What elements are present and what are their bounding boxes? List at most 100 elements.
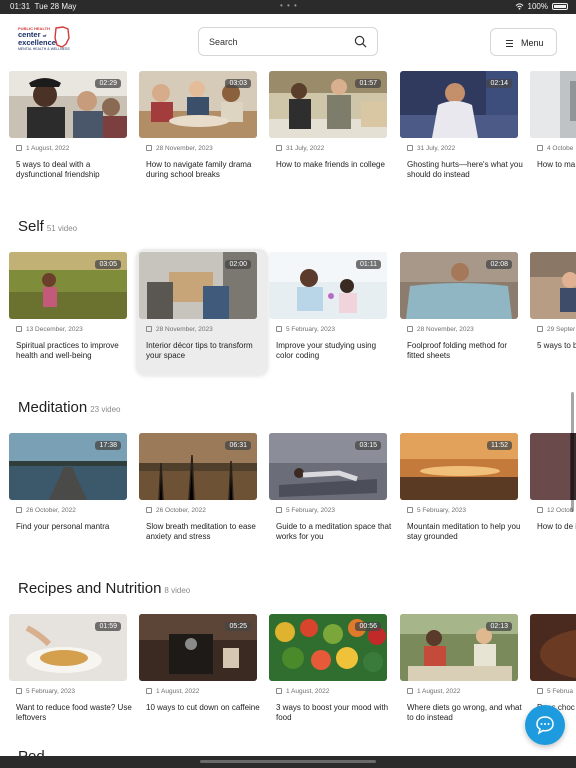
video-card[interactable]: 02:13 1 August, 2022 Where diets go wrong,… <box>400 614 526 734</box>
video-duration-badge: 02:00 <box>225 260 251 269</box>
video-thumbnail[interactable]: 02:00 <box>139 252 257 319</box>
video-card[interactable]: 01:11 5 February, 2023 Improve your studyi… <box>269 252 395 372</box>
video-date-text: 5 February, 2023 <box>417 507 467 514</box>
search-input[interactable] <box>209 34 349 50</box>
menu-button[interactable]: Menu <box>490 28 557 56</box>
video-duration-badge: 02:29 <box>95 79 121 88</box>
video-date: 5 February, 2023 <box>16 688 75 695</box>
video-title[interactable]: 5 ways to b friendly <box>537 341 576 351</box>
video-thumbnail[interactable]: 17:38 <box>9 433 127 500</box>
video-card[interactable]: 12 Octob How to de impatienc meditatin <box>530 433 576 553</box>
section-video-count: 8 video <box>164 586 191 595</box>
calendar-icon <box>146 507 152 513</box>
video-date-text: 1 August, 2022 <box>156 688 200 695</box>
video-card[interactable]: 02:14 31 July, 2022 Ghosting hurts—here's … <box>400 71 526 191</box>
section-video-count: 51 video <box>46 224 78 233</box>
video-thumbnail[interactable] <box>530 614 576 681</box>
video-row[interactable]: 02:29 1 August, 2022 5 ways to deal with a… <box>0 71 576 221</box>
video-title[interactable]: 5 ways to deal with a dysfunctional frie… <box>16 160 132 180</box>
video-title[interactable]: Mountain meditation to help you stay gro… <box>407 522 523 542</box>
video-date: 12 Octob <box>537 507 573 514</box>
video-duration-badge: 02:13 <box>486 622 512 631</box>
video-duration-badge: 02:08 <box>486 260 512 269</box>
video-card[interactable]: 03:15 5 February, 2023 Guide to a meditati… <box>269 433 395 553</box>
chat-button[interactable] <box>525 705 565 745</box>
battery-icon <box>552 3 568 10</box>
video-thumbnail[interactable]: 03:03 <box>139 71 257 138</box>
calendar-icon <box>146 145 152 151</box>
video-thumbnail[interactable]: 03:15 <box>269 433 387 500</box>
video-title[interactable]: Interior décor tips to transform your sp… <box>146 341 262 361</box>
video-card[interactable]: 02:00 28 November, 2023 Interior décor tip… <box>139 252 265 372</box>
video-card[interactable]: 03:03 28 November, 2023 How to navigate fa… <box>139 71 265 191</box>
video-card[interactable]: 4 Octobe How to ma distance re <box>530 71 576 191</box>
video-thumbnail[interactable]: 11:52 <box>400 433 518 500</box>
home-indicator[interactable] <box>200 760 376 763</box>
calendar-icon <box>16 145 22 151</box>
video-title[interactable]: Foolproof folding method for fitted shee… <box>407 341 523 361</box>
video-thumbnail[interactable]: 01:11 <box>269 252 387 319</box>
video-card[interactable]: 06:31 26 October, 2022 Slow breath meditat… <box>139 433 265 553</box>
ohio-state-shape-icon <box>54 26 70 48</box>
video-date-text: 5 February, 2023 <box>26 688 76 695</box>
video-thumbnail[interactable]: 02:29 <box>9 71 127 138</box>
multitask-dots[interactable]: • • • <box>280 1 298 10</box>
video-card[interactable]: 05:25 1 August, 2022 10 ways to cut down o… <box>139 614 265 734</box>
video-thumbnail[interactable] <box>530 252 576 319</box>
video-thumbnail[interactable]: 06:31 <box>139 433 257 500</box>
video-date: 28 November, 2023 <box>407 326 474 333</box>
video-thumbnail[interactable] <box>530 433 576 500</box>
video-row[interactable]: 03:05 13 December, 2023 Spiritual practice… <box>0 252 576 402</box>
video-date: 5 Februa <box>537 688 573 695</box>
video-thumbnail[interactable] <box>530 71 576 138</box>
video-thumbnail[interactable]: 02:13 <box>400 614 518 681</box>
video-title[interactable]: 10 ways to cut down on caffeine <box>146 703 262 713</box>
section-title-text: Meditation <box>18 399 88 416</box>
video-row[interactable]: 17:38 26 October, 2022 Find your personal … <box>0 433 576 583</box>
video-card[interactable]: 00:56 1 August, 2022 3 ways to boost your … <box>269 614 395 734</box>
video-title[interactable]: Improve your studying using color coding <box>276 341 392 361</box>
video-title[interactable]: Find your personal mantra <box>16 522 132 532</box>
video-title[interactable]: Where diets go wrong, and what to do ins… <box>407 703 523 723</box>
video-title[interactable]: Slow breath meditation to ease anxiety a… <box>146 522 262 542</box>
video-date: 26 October, 2022 <box>146 507 206 514</box>
video-thumbnail[interactable]: 02:14 <box>400 71 518 138</box>
scroll-indicator[interactable] <box>571 392 574 512</box>
video-title[interactable]: How to navigate family drama during scho… <box>146 160 262 180</box>
section-title: Self 51 video <box>18 218 77 235</box>
video-card[interactable]: 03:05 13 December, 2023 Spiritual practice… <box>9 252 135 372</box>
video-thumbnail[interactable]: 01:59 <box>9 614 127 681</box>
video-thumbnail[interactable]: 03:05 <box>9 252 127 319</box>
video-title[interactable]: Guide to a meditation space that works f… <box>276 522 392 542</box>
section-title-text: Recipes and Nutrition <box>18 580 162 597</box>
video-thumbnail[interactable]: 01:57 <box>269 71 387 138</box>
video-card[interactable]: 02:08 28 November, 2023 Foolproof folding … <box>400 252 526 372</box>
video-card[interactable]: 02:29 1 August, 2022 5 ways to deal with a… <box>9 71 135 191</box>
video-title[interactable]: How to de impatienc meditatin <box>537 522 576 532</box>
video-row[interactable]: 01:59 5 February, 2023 Want to reduce food… <box>0 614 576 764</box>
site-logo[interactable]: PUBLIC HEALTH center of excellence MENTAL… <box>18 26 70 56</box>
video-card[interactable]: 17:38 26 October, 2022 Find your personal … <box>9 433 135 553</box>
video-title[interactable]: Ghosting hurts—here's what you should do… <box>407 160 523 180</box>
video-card[interactable]: 01:59 5 February, 2023 Want to reduce food… <box>9 614 135 734</box>
video-date-text: 28 November, 2023 <box>156 145 213 152</box>
video-duration-badge: 01:11 <box>356 260 381 269</box>
status-right: 100% <box>515 2 568 11</box>
video-date: 4 Octobe <box>537 145 573 152</box>
video-title[interactable]: 3 ways to boost your mood with food <box>276 703 392 723</box>
video-title[interactable]: How to make friends in college <box>276 160 392 170</box>
video-thumbnail[interactable]: 02:08 <box>400 252 518 319</box>
search-icon[interactable] <box>354 35 367 48</box>
video-duration-badge: 01:59 <box>95 622 121 631</box>
video-thumbnail[interactable]: 05:25 <box>139 614 257 681</box>
calendar-icon <box>16 326 22 332</box>
calendar-icon <box>537 507 543 513</box>
video-card[interactable]: 11:52 5 February, 2023 Mountain meditation… <box>400 433 526 553</box>
video-thumbnail[interactable]: 00:56 <box>269 614 387 681</box>
video-card[interactable]: 01:57 31 July, 2022 How to make friends in… <box>269 71 395 191</box>
video-title[interactable]: Want to reduce food waste? Use leftovers <box>16 703 132 723</box>
video-card[interactable]: 29 Septer 5 ways to b friendly <box>530 252 576 372</box>
video-title[interactable]: How to ma distance re <box>537 160 576 170</box>
video-title[interactable]: Spiritual practices to improve health an… <box>16 341 132 361</box>
search-box[interactable] <box>198 27 378 56</box>
